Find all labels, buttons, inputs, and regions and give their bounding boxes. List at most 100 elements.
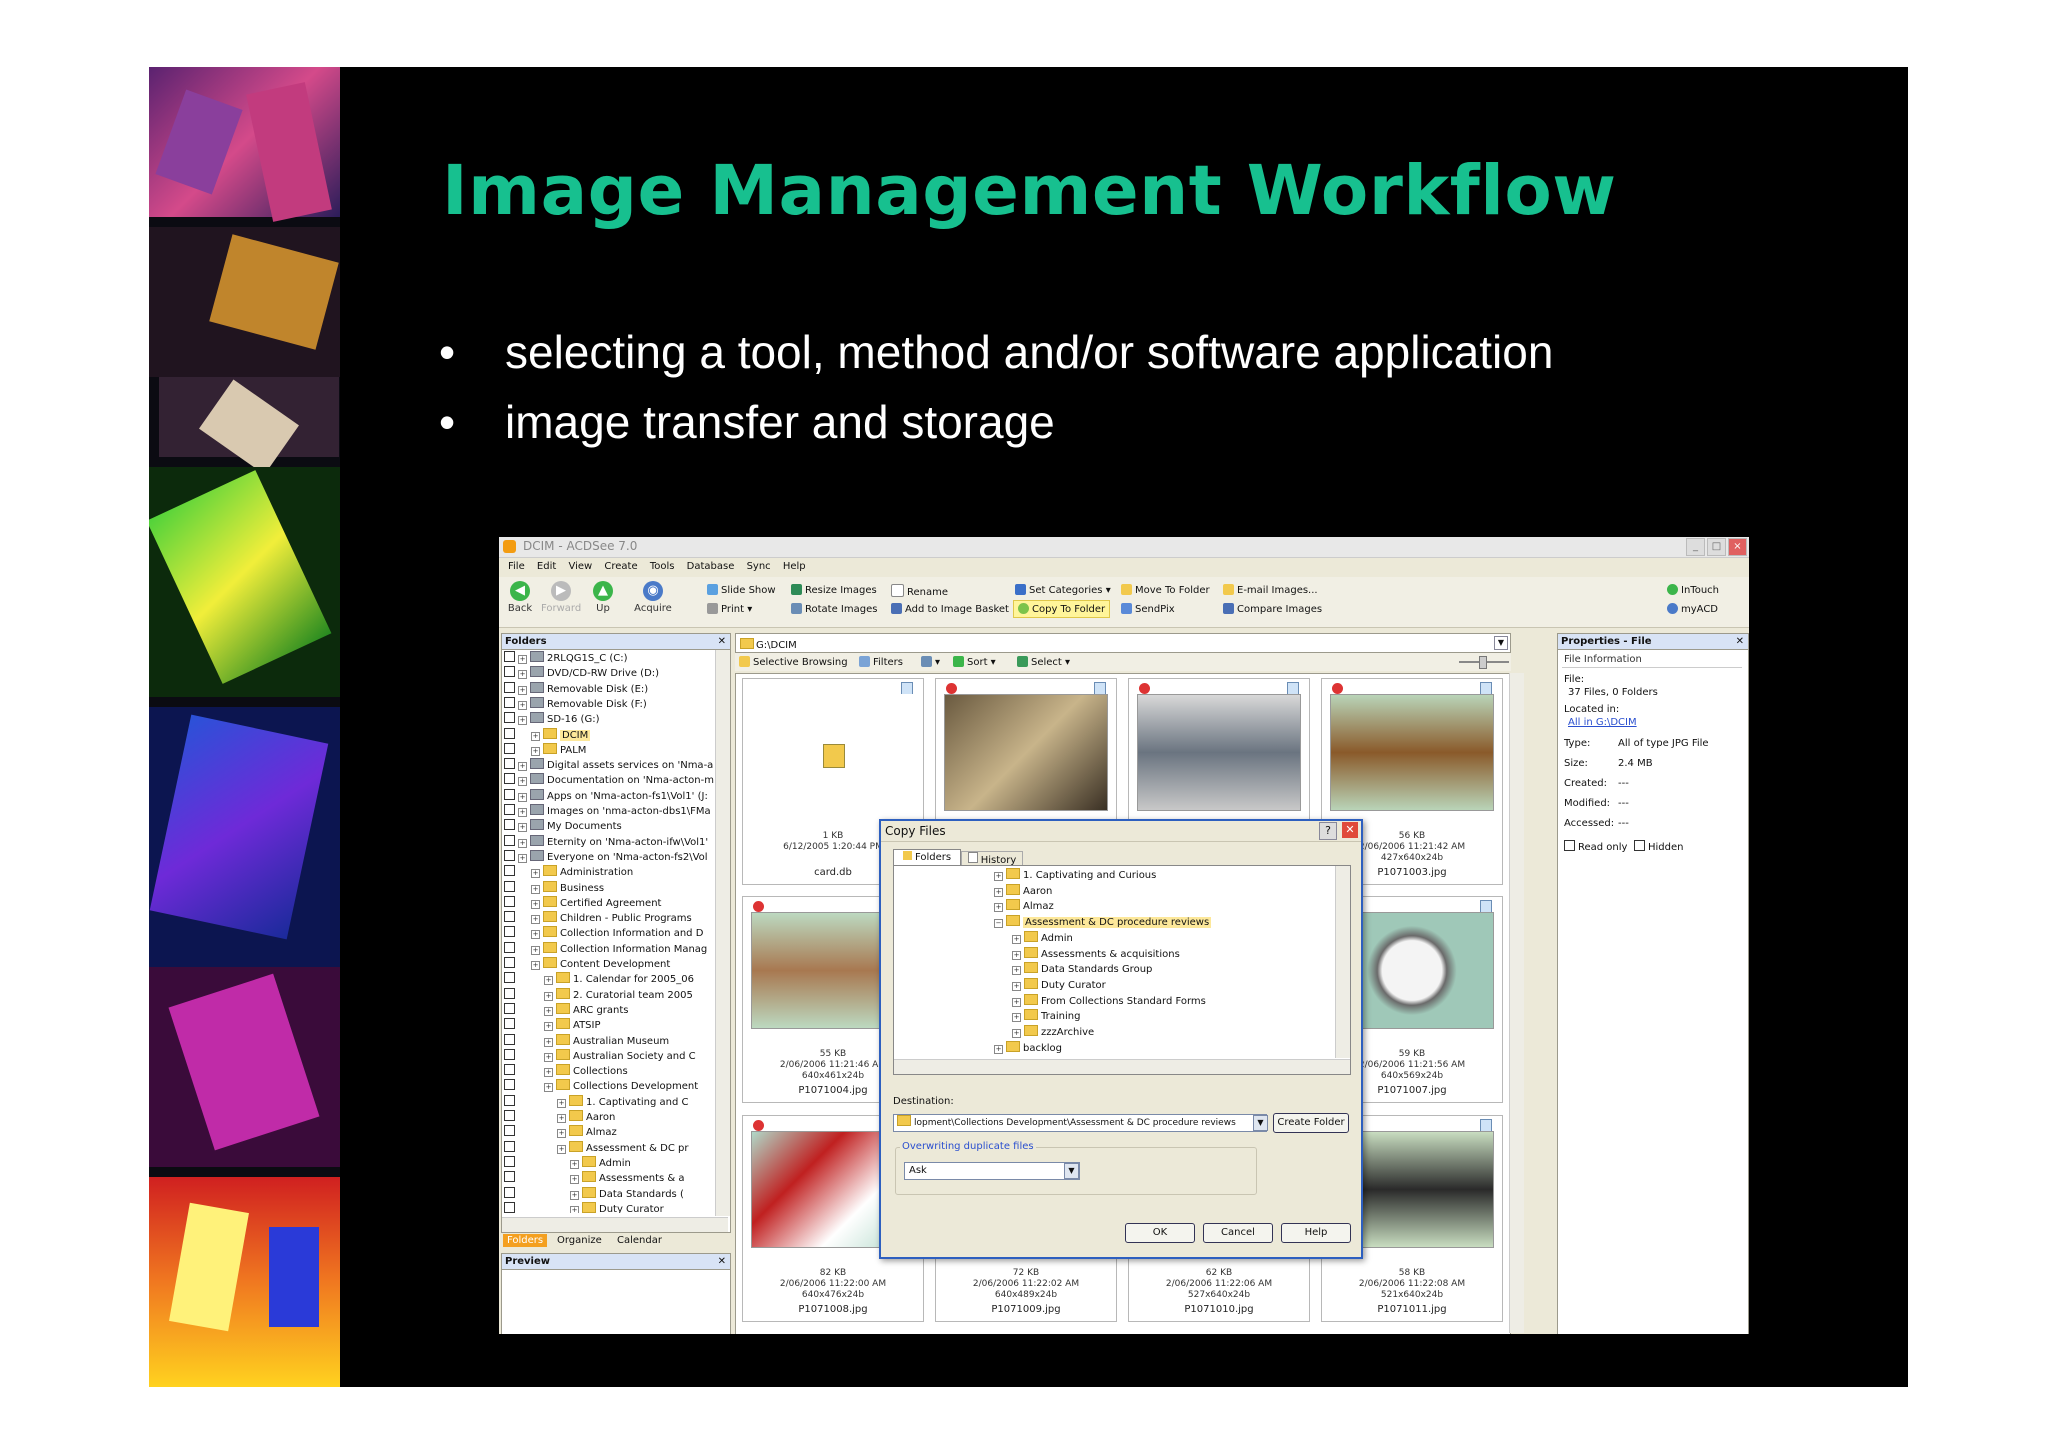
folder-checkbox[interactable] — [504, 773, 515, 785]
set-categories-button[interactable]: Set Categories ▾ — [1015, 584, 1111, 596]
thumb-scrollbar[interactable] — [1509, 673, 1524, 1333]
folder-tree-row[interactable]: + Certified Agreement — [504, 895, 661, 911]
expand-icon[interactable]: + — [518, 777, 527, 787]
menu-help[interactable]: Help — [783, 559, 806, 575]
located-link[interactable]: All in G:\DCIM — [1568, 717, 1637, 728]
folder-tree-row[interactable]: + Documentation on 'Nma-acton-m — [504, 773, 714, 788]
maximize-button[interactable]: □ — [1707, 538, 1726, 556]
expand-icon[interactable]: + — [518, 700, 527, 710]
folder-tree-row[interactable]: + PALM — [504, 742, 586, 758]
menu-view[interactable]: View — [568, 559, 592, 575]
filters-button[interactable]: Filters — [859, 656, 903, 668]
expand-icon[interactable]: + — [531, 746, 540, 756]
expand-icon[interactable]: + — [518, 792, 527, 802]
folder-tree-row[interactable]: + Children - Public Programs — [504, 911, 692, 926]
folder-checkbox[interactable] — [504, 1079, 515, 1091]
expand-icon[interactable]: + — [1012, 997, 1021, 1007]
dialog-tree-row[interactable]: + Assessments & acquisitions — [894, 946, 1180, 962]
minimize-button[interactable]: _ — [1686, 538, 1705, 556]
folder-checkbox[interactable] — [504, 666, 515, 678]
folder-tree-row[interactable]: +1. Captivating and C — [504, 1094, 688, 1110]
folder-tree-row[interactable]: + Digital assets services on 'Nma-a — [504, 758, 713, 773]
readonly-checkbox[interactable]: Read only — [1564, 840, 1627, 853]
expand-icon[interactable]: + — [518, 762, 527, 772]
move-to-folder-button[interactable]: Move To Folder — [1121, 584, 1210, 596]
menu-database[interactable]: Database — [687, 559, 735, 575]
folder-checkbox[interactable] — [504, 926, 515, 938]
expand-icon[interactable]: + — [531, 884, 540, 894]
expand-icon[interactable]: + — [518, 670, 527, 680]
expand-icon[interactable]: + — [518, 685, 527, 695]
folder-tree-row[interactable]: + Removable Disk (E:) — [504, 681, 648, 697]
close-panel-icon[interactable]: ✕ — [718, 634, 726, 649]
expand-icon[interactable]: + — [557, 1114, 566, 1123]
folder-checkbox[interactable] — [504, 1140, 515, 1152]
expand-icon[interactable]: + — [544, 991, 553, 1001]
dialog-tree-row[interactable]: + zzzArchive — [894, 1025, 1094, 1040]
folder-checkbox[interactable] — [504, 1033, 515, 1045]
expand-icon[interactable]: + — [518, 853, 527, 863]
folder-checkbox[interactable] — [504, 819, 515, 831]
folder-checkbox[interactable] — [504, 1110, 515, 1121]
folder-checkbox[interactable] — [504, 788, 515, 800]
folder-checkbox[interactable] — [504, 1171, 515, 1183]
folder-checkbox[interactable] — [504, 1018, 515, 1030]
folder-checkbox[interactable] — [504, 1064, 515, 1076]
chevron-down-icon[interactable]: ▼ — [1253, 1115, 1268, 1131]
sort-button[interactable]: Sort ▾ — [953, 656, 996, 668]
expand-icon[interactable]: + — [994, 1044, 1003, 1054]
folder-tree-row[interactable]: + Almaz — [504, 1125, 617, 1140]
expand-icon[interactable]: + — [531, 731, 540, 741]
folder-tree-row[interactable]: + ARC grants — [504, 1002, 629, 1018]
expand-icon[interactable]: + — [531, 961, 540, 970]
expand-icon[interactable]: + — [518, 716, 527, 726]
menu-tools[interactable]: Tools — [650, 559, 675, 575]
select-button[interactable]: Select ▾ — [1017, 656, 1070, 668]
dialog-tree-row[interactable]: − Assessment & DC procedure reviews — [894, 915, 1212, 930]
tab-dialog-folders[interactable]: Folders — [893, 849, 961, 866]
resize-images-button[interactable]: Resize Images — [791, 584, 877, 596]
acquire-button[interactable]: ◉ Acquire — [633, 581, 673, 614]
dialog-tree-scrollbar[interactable] — [1335, 866, 1350, 1058]
expand-icon[interactable]: + — [557, 1129, 566, 1139]
cancel-button[interactable]: Cancel — [1203, 1223, 1273, 1243]
folder-tree-row[interactable]: + Duty Curator — [504, 1201, 664, 1213]
folder-checkbox[interactable] — [504, 911, 515, 923]
expand-icon[interactable]: + — [994, 872, 1003, 881]
folder-checkbox[interactable] — [504, 880, 515, 892]
expand-icon[interactable]: + — [544, 1052, 553, 1062]
chevron-down-icon[interactable]: ▼ — [1494, 636, 1508, 650]
email-images-button[interactable]: E-mail Images... — [1223, 584, 1318, 596]
folder-tree-row[interactable]: + Administration — [504, 865, 633, 880]
expand-icon[interactable]: + — [994, 903, 1003, 913]
rename-button[interactable]: Rename — [891, 584, 948, 598]
menu-edit[interactable]: Edit — [537, 559, 556, 575]
folder-checkbox[interactable] — [504, 651, 515, 662]
folder-checkbox[interactable] — [504, 941, 515, 953]
folder-checkbox[interactable] — [504, 1201, 515, 1213]
expand-icon[interactable]: + — [531, 930, 540, 940]
folder-tree-row[interactable]: +2RLQG1S_C (C:) — [504, 651, 628, 666]
expand-icon[interactable]: + — [531, 899, 540, 909]
folder-checkbox[interactable] — [504, 681, 515, 693]
tree-scrollbar[interactable] — [715, 650, 730, 1216]
folder-tree-row[interactable]: + Business — [504, 880, 604, 896]
expand-icon[interactable]: + — [557, 1144, 566, 1154]
expand-icon[interactable]: + — [544, 976, 553, 986]
folder-checkbox[interactable] — [504, 712, 515, 724]
dialog-tree-row[interactable]: + Aaron — [894, 883, 1052, 899]
expand-icon[interactable]: + — [544, 1022, 553, 1032]
folder-tree-row[interactable]: + Collection Information and D — [504, 926, 703, 941]
selective-browsing-button[interactable]: Selective Browsing — [739, 656, 848, 668]
copy-to-folder-button[interactable]: Copy To Folder — [1013, 600, 1111, 618]
folder-tree-row[interactable]: + My Documents — [504, 819, 622, 834]
folder-checkbox[interactable] — [504, 895, 515, 907]
folder-tree-row[interactable]: + Everyone on 'Nma-acton-fs2\Vol — [504, 849, 708, 865]
folder-checkbox[interactable] — [504, 849, 515, 861]
folder-checkbox[interactable] — [504, 1125, 515, 1137]
slide-show-button[interactable]: Slide Show — [707, 584, 776, 596]
folder-tree-row[interactable]: + Admin — [504, 1155, 631, 1171]
menu-sync[interactable]: Sync — [747, 559, 771, 575]
expand-icon[interactable]: + — [994, 887, 1003, 897]
expand-icon[interactable]: + — [531, 869, 540, 879]
